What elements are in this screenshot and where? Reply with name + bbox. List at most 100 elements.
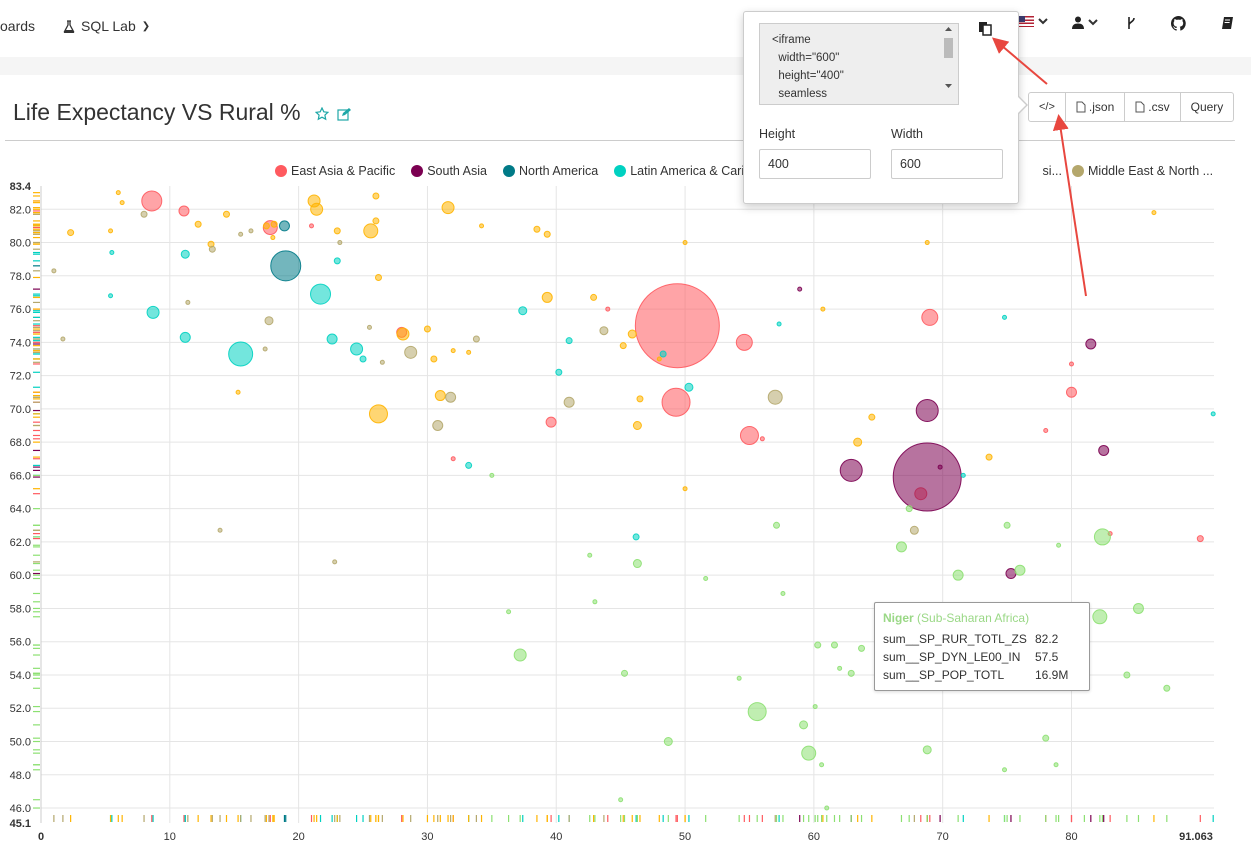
scatter-point[interactable] xyxy=(703,576,709,582)
scatter-point[interactable] xyxy=(797,286,803,292)
scatter-point[interactable] xyxy=(922,745,932,755)
scatter-point[interactable] xyxy=(619,342,627,350)
scatter-point[interactable] xyxy=(359,355,367,363)
scatter-point[interactable] xyxy=(51,268,57,274)
nav-dashboards[interactable]: oards xyxy=(0,18,35,34)
scatter-point[interactable] xyxy=(661,387,691,417)
scatter-point[interactable] xyxy=(543,230,551,238)
version-menu[interactable] xyxy=(1126,16,1137,30)
scatter-point[interactable] xyxy=(185,299,191,305)
textarea-scrollbar[interactable] xyxy=(942,26,955,98)
json-button[interactable]: .json xyxy=(1064,93,1124,121)
scatter-point[interactable] xyxy=(337,240,343,246)
scatter-point[interactable] xyxy=(632,533,640,541)
scatter-point[interactable] xyxy=(605,306,611,312)
scatter-point[interactable] xyxy=(627,329,637,339)
scatter-point[interactable] xyxy=(618,797,624,803)
scatter-point[interactable] xyxy=(985,453,993,461)
scatter-point[interactable] xyxy=(368,404,388,424)
scatter-point[interactable] xyxy=(248,228,254,234)
scatter-point[interactable] xyxy=(332,559,338,565)
scatter-point[interactable] xyxy=(141,190,163,212)
scatter-point[interactable] xyxy=(60,336,66,342)
scatter-point[interactable] xyxy=(333,257,341,265)
scatter-point[interactable] xyxy=(178,205,190,217)
scatter-point[interactable] xyxy=(736,675,742,681)
scatter-point[interactable] xyxy=(684,382,694,392)
scatter-point[interactable] xyxy=(108,228,114,234)
scatter-point[interactable] xyxy=(479,223,485,229)
scatter-point[interactable] xyxy=(262,222,270,230)
scatter-point[interactable] xyxy=(310,283,332,305)
scatter-point[interactable] xyxy=(513,648,527,662)
scatter-point[interactable] xyxy=(366,324,372,330)
scatter-point[interactable] xyxy=(270,250,302,282)
scatter-point[interactable] xyxy=(518,306,528,316)
scatter-point[interactable] xyxy=(466,349,472,355)
scatter-point[interactable] xyxy=(952,569,964,581)
scatter-point[interactable] xyxy=(820,306,826,312)
edit-icon[interactable] xyxy=(337,107,351,121)
scatter-point[interactable] xyxy=(264,316,274,326)
scatter-point[interactable] xyxy=(180,249,190,259)
scatter-point[interactable] xyxy=(801,745,817,761)
scatter-point[interactable] xyxy=(1123,671,1131,679)
scatter-point[interactable] xyxy=(565,337,573,345)
scatter-point[interactable] xyxy=(830,641,838,649)
scatter-point[interactable] xyxy=(450,348,456,354)
scatter-point[interactable] xyxy=(432,419,444,431)
scatter-point[interactable] xyxy=(590,293,598,301)
scatter-point[interactable] xyxy=(310,202,324,216)
scatter-point[interactable] xyxy=(179,331,191,343)
scatter-point[interactable] xyxy=(1042,734,1050,742)
scatter-point[interactable] xyxy=(905,505,913,513)
scatter-point[interactable] xyxy=(489,472,495,478)
query-button[interactable]: Query xyxy=(1179,93,1234,121)
scatter-point[interactable] xyxy=(735,333,753,351)
scatter-point[interactable] xyxy=(1210,411,1216,417)
scatter-point[interactable] xyxy=(326,333,338,345)
scatter-point[interactable] xyxy=(1056,542,1062,548)
scatter-point[interactable] xyxy=(533,225,541,233)
scatter-point[interactable] xyxy=(656,356,662,362)
scatter-point[interactable] xyxy=(924,240,930,246)
scatter-point[interactable] xyxy=(1005,568,1017,580)
scatter-point[interactable] xyxy=(363,223,379,239)
scatter-point[interactable] xyxy=(634,283,720,369)
scatter-point[interactable] xyxy=(773,521,781,529)
scatter-point[interactable] xyxy=(208,245,216,253)
scatter-point[interactable] xyxy=(592,599,598,605)
scatter-point[interactable] xyxy=(146,305,160,319)
scatter-point[interactable] xyxy=(555,368,563,376)
scatter-point[interactable] xyxy=(632,420,642,430)
scatter-point[interactable] xyxy=(1163,684,1171,692)
scatter-point[interactable] xyxy=(350,342,364,356)
scatter-point[interactable] xyxy=(621,669,629,677)
scatter-point[interactable] xyxy=(682,240,688,246)
height-input[interactable]: 400 xyxy=(759,149,871,179)
scatter-point[interactable] xyxy=(868,413,876,421)
scatter-point[interactable] xyxy=(1151,210,1157,216)
scatter-point[interactable] xyxy=(937,464,943,470)
scatter-point[interactable] xyxy=(1092,609,1108,625)
scatter-point[interactable] xyxy=(799,720,809,730)
csv-button[interactable]: .csv xyxy=(1124,93,1179,121)
scatter-point[interactable] xyxy=(847,669,855,677)
scatter-point[interactable] xyxy=(839,458,863,482)
scatter-point[interactable] xyxy=(739,425,759,445)
scatter-point[interactable] xyxy=(909,525,919,535)
scatter-point[interactable] xyxy=(396,327,410,341)
scatter-point[interactable] xyxy=(423,325,431,333)
width-input[interactable]: 600 xyxy=(891,149,1003,179)
scatter-point[interactable] xyxy=(1098,444,1110,456)
scatter-point[interactable] xyxy=(767,389,783,405)
scatter-point[interactable] xyxy=(140,210,148,218)
language-menu[interactable] xyxy=(1018,16,1048,27)
scatter-point[interactable] xyxy=(636,395,644,403)
scatter-point[interactable] xyxy=(1085,338,1097,350)
scatter-point[interactable] xyxy=(404,345,418,359)
scatter-point[interactable] xyxy=(1068,361,1074,367)
scatter-point[interactable] xyxy=(1014,564,1026,576)
scatter-point[interactable] xyxy=(747,702,767,722)
scatter-point[interactable] xyxy=(824,805,830,811)
